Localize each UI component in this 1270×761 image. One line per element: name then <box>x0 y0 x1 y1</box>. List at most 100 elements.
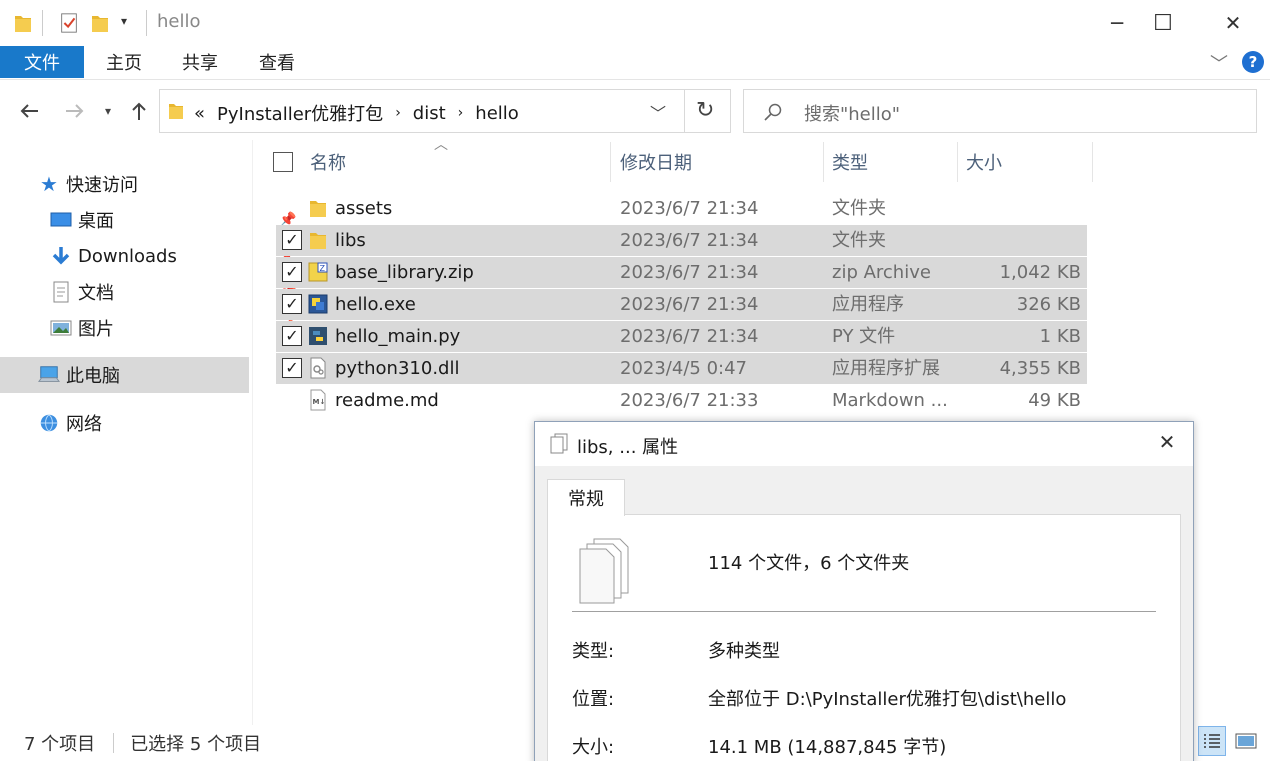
window-title: hello <box>157 11 201 32</box>
column-separator[interactable] <box>610 142 611 182</box>
address-dropdown-icon[interactable]: ﹀ <box>650 100 666 124</box>
details-view-button[interactable] <box>1198 726 1226 756</box>
svg-text:M↓: M↓ <box>313 398 326 406</box>
up-button[interactable] <box>124 94 154 128</box>
file-row[interactable]: ✓ hello.exe 2023/6/7 21:34 应用程序 326 KB <box>276 289 1087 320</box>
file-name: readme.md <box>335 390 439 411</box>
multiple-files-icon <box>550 433 568 454</box>
svg-text:Z: Z <box>320 264 326 273</box>
row-checkbox[interactable]: ✓ <box>282 230 302 250</box>
sidebar-item-desktop[interactable]: 桌面 📌 <box>50 202 296 238</box>
column-header-modified[interactable]: 修改日期 <box>620 142 692 182</box>
file-size: 4,355 KB <box>999 358 1081 379</box>
tab-general[interactable]: 常规 <box>547 479 625 516</box>
file-row[interactable]: ✓ Zbase_library.zip 2023/6/7 21:34 zip Arch… <box>276 257 1087 288</box>
file-size: 1 KB <box>1039 326 1081 347</box>
address-bar[interactable]: « PyInstaller优雅打包 › dist › hello ﹀ ↻ <box>159 89 731 133</box>
close-button[interactable]: ✕ <box>1210 0 1256 46</box>
sidebar-item-network[interactable]: 网络 <box>38 405 102 441</box>
select-all-checkbox[interactable] <box>273 152 293 172</box>
help-button[interactable]: ? <box>1242 51 1264 73</box>
row-checkbox[interactable]: ✓ <box>282 294 302 314</box>
tab-share[interactable]: 共享 <box>172 46 228 78</box>
file-type: 文件夹 <box>832 230 886 251</box>
properties-icon[interactable] <box>58 12 80 34</box>
breadcrumb-item[interactable]: hello <box>475 103 519 124</box>
chevron-right-icon[interactable]: › <box>395 105 401 121</box>
chevron-down-icon: ▾ <box>104 104 112 118</box>
row-checkbox[interactable]: ✓ <box>282 358 302 378</box>
pane-divider <box>252 140 253 725</box>
file-size <box>966 193 1081 224</box>
breadcrumb-overflow[interactable]: « <box>194 103 205 124</box>
forward-button[interactable] <box>60 94 90 128</box>
file-modified: 2023/6/7 21:33 <box>620 390 759 411</box>
dialog-content: 114 个文件，6 个文件夹 类型: 多种类型 位置: 全部位于 D:\PyIn… <box>547 514 1181 761</box>
exe-icon <box>308 293 328 315</box>
file-row[interactable]: ✓ libs 2023/6/7 21:34 文件夹 <box>276 225 1087 256</box>
file-name: libs <box>335 230 366 251</box>
column-header-name[interactable]: 名称 <box>310 142 346 182</box>
dialog-title-bar[interactable]: libs, ... 属性 ✕ <box>535 422 1193 466</box>
sidebar-item-quick-access[interactable]: ★ 快速访问 <box>40 166 138 202</box>
new-folder-icon[interactable] <box>91 12 109 34</box>
minimize-button[interactable]: ─ <box>1094 0 1140 46</box>
search-input[interactable]: 搜索"hello" <box>804 100 900 126</box>
breadcrumb-item[interactable]: dist <box>413 103 446 124</box>
recent-locations-button[interactable]: ▾ <box>96 94 120 128</box>
file-modified: 2023/6/7 21:34 <box>620 198 759 219</box>
breadcrumb-item[interactable]: PyInstaller优雅打包 <box>217 100 383 126</box>
file-size: 49 KB <box>1028 390 1081 411</box>
sidebar-item-documents[interactable]: 文档 📌 <box>50 274 296 310</box>
refresh-icon[interactable]: ↻ <box>696 98 714 123</box>
folder-icon <box>308 229 328 251</box>
row-checkbox[interactable]: ✓ <box>282 326 302 346</box>
tab-file[interactable]: 文件 <box>0 46 84 78</box>
file-row[interactable]: ✓ hello_main.py 2023/6/7 21:34 PY 文件 1 KB <box>276 321 1087 352</box>
column-separator[interactable] <box>823 142 824 182</box>
large-icons-view-button[interactable] <box>1232 726 1260 756</box>
file-type: PY 文件 <box>832 326 896 347</box>
customize-quick-access-icon[interactable]: ▾ <box>121 14 127 28</box>
column-header-size[interactable]: 大小 <box>966 142 1002 182</box>
row-checkbox[interactable]: ✓ <box>282 262 302 282</box>
column-separator[interactable] <box>957 142 958 182</box>
column-separator[interactable] <box>1092 142 1093 182</box>
selection-summary: 114 个文件，6 个文件夹 <box>708 553 910 574</box>
status-bar: 7 个项目 已选择 5 个项目 <box>0 725 534 761</box>
dll-icon <box>308 357 328 379</box>
file-name: hello_main.py <box>335 326 461 347</box>
search-icon <box>764 103 782 121</box>
back-arrow-icon <box>20 104 38 118</box>
sidebar-item-this-pc[interactable]: 此电脑 <box>38 357 120 393</box>
sidebar-item-label: 网络 <box>66 414 102 435</box>
pictures-icon <box>50 320 72 336</box>
back-button[interactable] <box>14 94 44 128</box>
tab-view[interactable]: 查看 <box>249 46 305 78</box>
sidebar-item-downloads[interactable]: Downloads 📌 <box>50 238 296 274</box>
up-arrow-icon <box>132 102 146 120</box>
file-name: hello.exe <box>335 294 416 315</box>
search-box[interactable]: 搜索"hello" <box>743 89 1257 133</box>
file-type: 应用程序 <box>832 294 904 315</box>
type-value: 多种类型 <box>708 641 780 662</box>
sidebar-item-pictures[interactable]: 图片 📌 <box>50 310 296 346</box>
column-header-type[interactable]: 类型 <box>832 142 868 182</box>
file-row[interactable]: M↓ readme.md 2023/6/7 21:33 Markdown ... 49 … <box>276 385 1087 416</box>
divider <box>684 90 685 132</box>
location-value: 全部位于 D:\PyInstaller优雅打包\dist\hello <box>708 689 1067 710</box>
file-row[interactable]: ✓ python310.dll 2023/4/5 0:47 应用程序扩展 4,355 K… <box>276 353 1087 384</box>
tab-home[interactable]: 主页 <box>96 46 152 78</box>
file-size: 1,042 KB <box>999 262 1081 283</box>
dialog-close-button[interactable]: ✕ <box>1147 430 1187 458</box>
maximize-button[interactable]: ☐ <box>1140 0 1186 46</box>
expand-ribbon-icon[interactable]: ﹀ <box>1210 50 1228 76</box>
selected-count: 已选择 5 个项目 <box>130 734 262 755</box>
file-row[interactable]: assets 2023/6/7 21:34 文件夹 <box>276 193 1087 224</box>
sort-indicator-icon: ︿ <box>434 137 448 153</box>
sidebar-item-label: 桌面 <box>78 211 114 232</box>
download-arrow-icon <box>52 247 70 265</box>
chevron-right-icon[interactable]: › <box>458 105 464 121</box>
file-modified: 2023/6/7 21:34 <box>620 262 759 283</box>
divider <box>572 611 1156 612</box>
